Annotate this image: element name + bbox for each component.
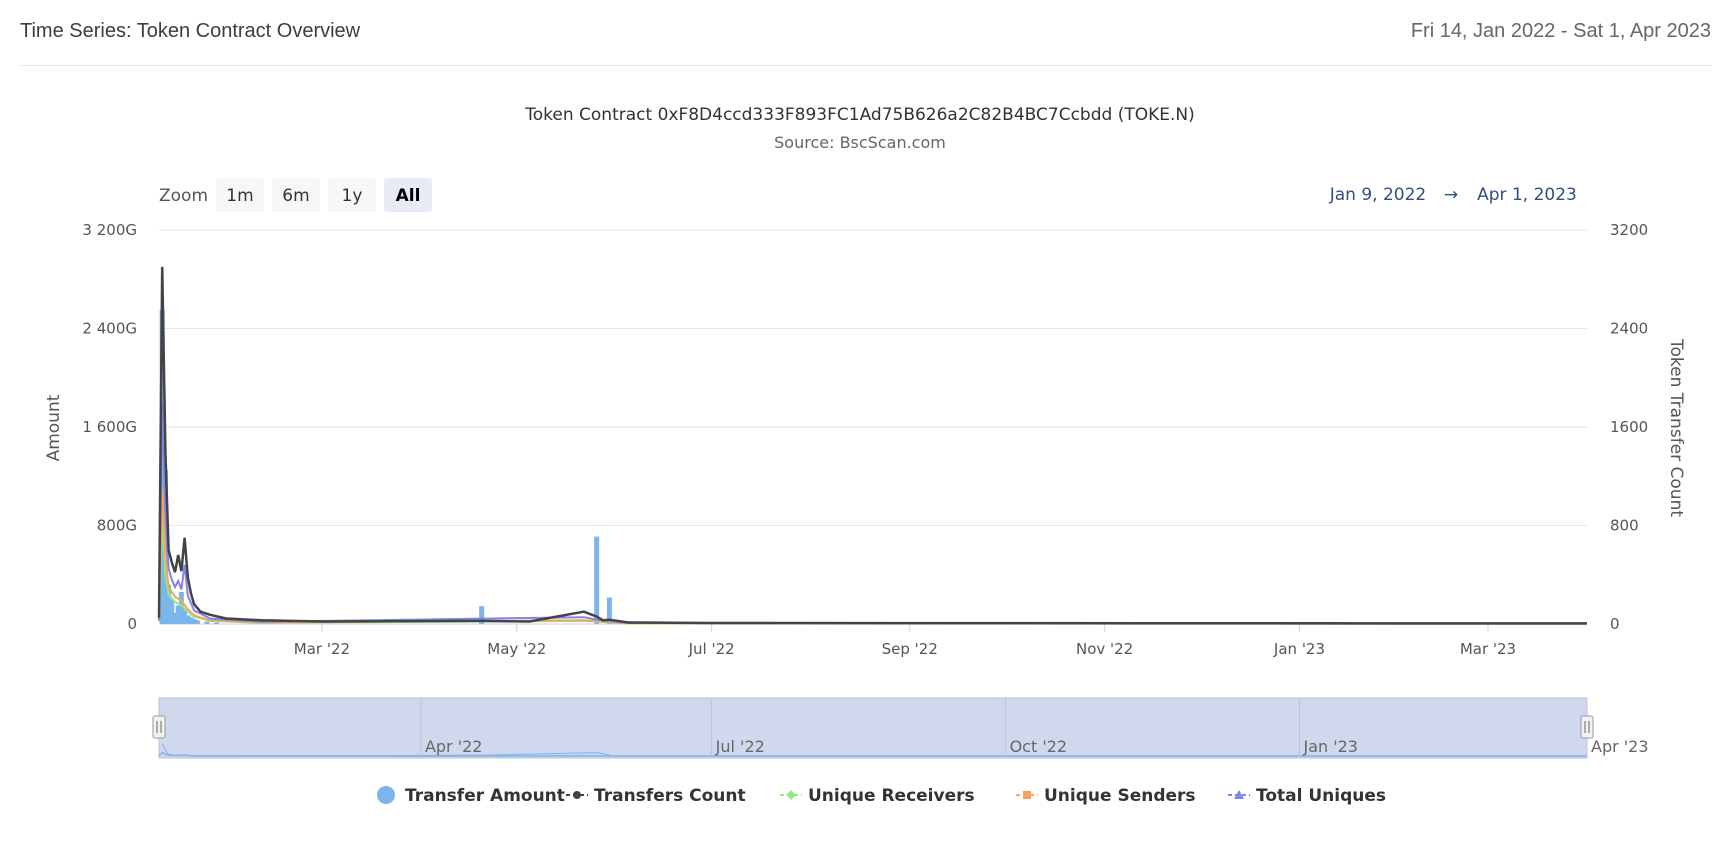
transfer-amount-bar [214, 622, 220, 624]
legend-item-transfers-count[interactable]: Transfers Count [566, 786, 746, 806]
y-left-tick-label: 800G [97, 517, 137, 535]
range-arrow: → [1444, 185, 1458, 205]
navigator-tick-label: Apr '23 [1591, 737, 1649, 756]
zoom-button-all[interactable]: All [384, 178, 432, 212]
chart-title: Token Contract 0xF8D4ccd333F893FC1Ad75B6… [524, 105, 1194, 125]
y-right-tick-label: 1600 [1610, 418, 1648, 436]
navigator-tick-label: Apr '22 [425, 737, 483, 756]
range-to-input[interactable]: Apr 1, 2023 [1477, 185, 1577, 205]
y-left-tick-label: 3 200G [82, 221, 137, 239]
x-tick-label: Jan '23 [1273, 640, 1325, 658]
transfer-amount-bar [204, 621, 210, 624]
zoom-button-1y[interactable]: 1y [328, 178, 376, 212]
navigator-left-handle[interactable] [152, 715, 166, 739]
unique-senders-line [158, 488, 1588, 625]
legend-marker [377, 786, 395, 804]
legend-label: Unique Receivers [808, 786, 975, 806]
transfers-count-line [157, 266, 1588, 625]
legend-label: Transfer Amount [405, 786, 565, 806]
y-right-tick-label: 0 [1610, 615, 1620, 633]
zoom-button-1y-label: 1y [342, 186, 363, 206]
x-tick-label: May '22 [487, 640, 546, 658]
x-tick-label: Jul '22 [688, 640, 735, 658]
x-tick-label: Sep '22 [882, 640, 938, 658]
zoom-button-1m[interactable]: 1m [216, 178, 264, 212]
transfer-amount-bar [194, 620, 200, 624]
navigator[interactable]: Apr '22 Jul '22 Oct '22 Jan '23 Apr '23 [152, 697, 1649, 759]
legend-label: Unique Senders [1044, 786, 1196, 806]
navigator-tick-label: Jul '22 [715, 737, 765, 756]
x-tick-label: Mar '22 [294, 640, 350, 658]
zoom-button-all-label: All [396, 186, 421, 206]
legend-marker [786, 790, 796, 800]
y-left-tick-label: 2 400G [82, 320, 137, 338]
transfer-amount-bars [159, 310, 612, 624]
legend-marker [1023, 791, 1031, 799]
zoom-label: Zoom [159, 186, 208, 206]
series-lines [157, 266, 1588, 625]
zoom-button-6m-label: 6m [282, 186, 309, 206]
legend-item-transfer-amount[interactable]: Transfer Amount [377, 786, 565, 806]
y-right-tick-label: 800 [1610, 517, 1639, 535]
legend: Transfer Amount Transfers Count Unique Rec… [377, 786, 1386, 806]
navigator-right-handle[interactable] [1580, 715, 1594, 739]
zoom-button-1m-label: 1m [226, 186, 253, 206]
grid [159, 229, 1587, 625]
chart: Token Contract 0xF8D4ccd333F893FC1Ad75B6… [44, 105, 1686, 806]
legend-item-unique-receivers[interactable]: Unique Receivers [780, 786, 975, 806]
legend-label: Transfers Count [594, 786, 746, 806]
x-ticks: Mar '22 May '22 Jul '22 Sep '22 Nov '22 Jan '… [294, 624, 1516, 658]
legend-item-total-uniques[interactable]: Total Uniques [1228, 786, 1386, 806]
legend-item-unique-senders[interactable]: Unique Senders [1016, 786, 1196, 806]
legend-label: Total Uniques [1256, 786, 1386, 806]
y-left-ticks: 0 800G 1 600G 2 400G 3 200G [82, 221, 137, 633]
range-from-input[interactable]: Jan 9, 2022 [1329, 185, 1427, 205]
y-right-tick-label: 2400 [1610, 320, 1648, 338]
y-left-axis-title: Amount [44, 394, 64, 461]
y-right-ticks: 0 800 1600 2400 3200 [1610, 221, 1648, 633]
chart-subtitle: Source: BscScan.com [774, 133, 946, 152]
legend-marker [573, 791, 581, 799]
x-tick-label: Nov '22 [1076, 640, 1133, 658]
transfer-amount-bar [594, 536, 600, 624]
y-right-tick-label: 3200 [1610, 221, 1648, 239]
zoom-button-6m[interactable]: 6m [272, 178, 320, 212]
navigator-tick-label: Oct '22 [1010, 737, 1068, 756]
y-left-tick-label: 1 600G [82, 418, 137, 436]
navigator-tick-label: Jan '23 [1302, 737, 1358, 756]
y-right-axis-title: Token Transfer Count [1666, 338, 1686, 517]
x-tick-label: Mar '23 [1460, 640, 1516, 658]
total-uniques-line [158, 402, 1588, 625]
unique-receivers-line [158, 513, 1588, 625]
y-left-tick-label: 0 [127, 615, 137, 633]
